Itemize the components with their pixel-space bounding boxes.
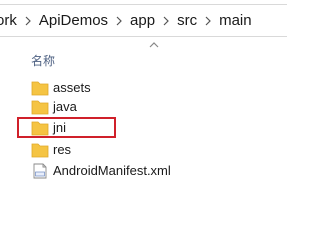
breadcrumb-item-src[interactable]: src [173,12,201,29]
breadcrumb: ork ApiDemos app src main [0,5,256,36]
address-bar[interactable]: ork ApiDemos app src main [0,4,287,37]
folder-icon [31,81,49,95]
file-name: java [53,99,77,114]
column-header-name[interactable]: 名称 [31,52,55,69]
file-name: AndroidManifest.xml [53,163,171,178]
chevron-right-icon[interactable] [21,14,35,28]
file-row-assets[interactable]: assets [31,77,231,98]
breadcrumb-item-main[interactable]: main [215,12,256,29]
breadcrumb-item-apidemos[interactable]: ApiDemos [35,12,112,29]
folder-icon [31,100,49,114]
xml-file-icon [33,163,47,178]
breadcrumb-item-ork[interactable]: ork [0,12,21,29]
file-row-java[interactable]: java [31,96,231,117]
chevron-right-icon[interactable] [201,14,215,28]
file-row-res[interactable]: res [31,139,231,160]
breadcrumb-item-app[interactable]: app [126,12,159,29]
chevron-right-icon[interactable] [112,14,126,28]
chevron-right-icon[interactable] [159,14,173,28]
file-name: assets [53,80,91,95]
highlight-box [17,117,116,138]
folder-icon [31,143,49,157]
file-name: res [53,142,72,157]
file-row-androidmanifest[interactable]: AndroidManifest.xml [31,160,231,181]
sort-ascending-icon [149,42,159,48]
